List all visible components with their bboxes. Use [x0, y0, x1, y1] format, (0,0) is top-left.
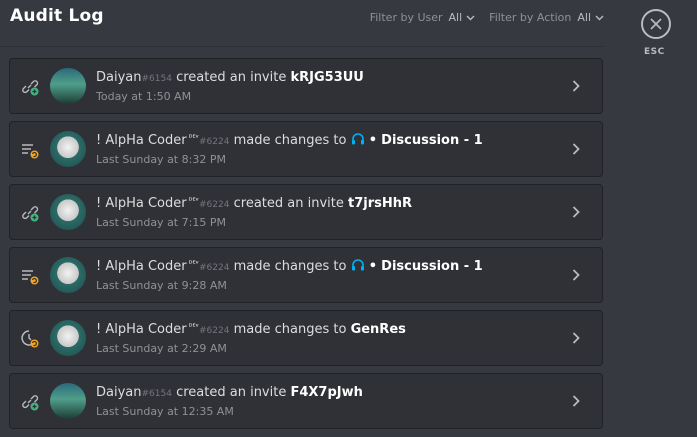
channel-update-icon	[22, 270, 39, 285]
server-update-icon	[21, 330, 39, 348]
avatar	[50, 383, 86, 419]
avatar	[50, 131, 86, 167]
audit-log-entry[interactable]: ! AlpHa Coder ᴰᴱᵛ#6224 made changes to • …	[9, 247, 603, 303]
target-name: GenRes	[350, 322, 406, 337]
discriminator: #6224	[199, 263, 230, 273]
entry-text: ! AlpHa Coder ᴰᴱᵛ#6224 made changes to Ge…	[96, 322, 406, 337]
timestamp: Last Sunday at 8:32 PM	[96, 153, 226, 166]
avatar	[50, 320, 86, 356]
headphones-icon	[351, 259, 364, 271]
chevron-down-icon	[595, 15, 604, 20]
entry-text: ! AlpHa Coder ᴰᴱᵛ#6224 made changes to • …	[96, 259, 483, 274]
channel-update-icon	[22, 144, 39, 159]
audit-log-entry[interactable]: ! AlpHa Coder ᴰᴱᵛ#6224 made changes to Ge…	[9, 310, 603, 366]
timestamp: Last Sunday at 2:29 AM	[96, 342, 227, 355]
username: Daiyan	[96, 70, 142, 85]
discriminator: #6224	[199, 200, 230, 210]
filter-action-label: Filter by Action	[489, 11, 572, 24]
audit-log-entry[interactable]: Daiyan#6154 created an invite F4X7pJwh L…	[9, 373, 603, 429]
filter-action-value: All	[577, 11, 591, 24]
discriminator: #6154	[141, 389, 172, 399]
username: ! AlpHa Coder	[96, 322, 187, 337]
username: ! AlpHa Coder	[96, 196, 187, 211]
action-text: made changes to	[233, 259, 347, 274]
filters-bar: Filter by User All Filter by Action All	[370, 11, 604, 24]
audit-log-entry[interactable]: Daiyan#6154 created an invite kRJG53UU T…	[9, 58, 603, 114]
headphones-icon	[351, 133, 364, 145]
entry-text: ! AlpHa Coder ᴰᴱᵛ#6224 created an invite …	[96, 196, 412, 211]
username: ! AlpHa Coder	[96, 133, 187, 148]
filter-action-dropdown[interactable]: All	[577, 11, 604, 24]
invite-create-icon	[22, 206, 39, 222]
audit-log-entry[interactable]: ! AlpHa Coder ᴰᴱᵛ#6224 created an invite …	[9, 184, 603, 240]
avatar	[50, 194, 86, 230]
action-text: created an invite	[176, 385, 287, 400]
chevron-right-icon	[572, 80, 580, 92]
dev-badge: ᴰᴱᵛ	[188, 196, 200, 205]
avatar	[50, 68, 86, 104]
invite-create-icon	[22, 395, 39, 411]
dev-badge: ᴰᴱᵛ	[188, 259, 200, 268]
audit-log-entry[interactable]: ! AlpHa Coder ᴰᴱᵛ#6224 made changes to • …	[9, 121, 603, 177]
discriminator: #6224	[199, 137, 230, 147]
invite-create-icon	[22, 80, 39, 96]
target-name: Discussion - 1	[381, 259, 483, 274]
target-separator: •	[368, 259, 378, 274]
audit-log-header: Audit Log Filter by User All Filter by A…	[0, 0, 604, 47]
close-button[interactable]	[641, 9, 671, 39]
timestamp: Today at 1:50 AM	[96, 90, 192, 103]
target-separator: •	[368, 133, 378, 148]
action-text: created an invite	[176, 70, 287, 85]
chevron-right-icon	[572, 395, 580, 407]
entry-text: Daiyan#6154 created an invite F4X7pJwh	[96, 385, 363, 400]
timestamp: Last Sunday at 9:28 AM	[96, 279, 227, 292]
entry-text: ! AlpHa Coder ᴰᴱᵛ#6224 made changes to • …	[96, 133, 483, 148]
action-text: made changes to	[233, 133, 347, 148]
dev-badge: ᴰᴱᵛ	[188, 133, 200, 142]
entry-text: Daiyan#6154 created an invite kRJG53UU	[96, 70, 364, 85]
avatar	[50, 257, 86, 293]
discriminator: #6154	[141, 74, 172, 84]
audit-log-list: Daiyan#6154 created an invite kRJG53UU T…	[9, 58, 603, 436]
timestamp: Last Sunday at 7:15 PM	[96, 216, 226, 229]
filter-user-dropdown[interactable]: All	[449, 11, 476, 24]
esc-label: ESC	[644, 47, 665, 57]
filter-user-label: Filter by User	[369, 11, 443, 24]
chevron-right-icon	[572, 332, 580, 344]
chevron-right-icon	[572, 269, 580, 281]
discriminator: #6224	[199, 326, 230, 336]
timestamp: Last Sunday at 12:35 AM	[96, 405, 234, 418]
action-text: created an invite	[233, 196, 344, 211]
close-icon	[650, 18, 662, 30]
chevron-down-icon	[466, 15, 475, 20]
chevron-right-icon	[572, 206, 580, 218]
page-title: Audit Log	[10, 6, 104, 26]
target-name: t7jrsHhR	[348, 196, 413, 211]
target-name: kRJG53UU	[290, 70, 364, 85]
filter-user-value: All	[448, 11, 463, 24]
action-text: made changes to	[233, 322, 347, 337]
username: ! AlpHa Coder	[96, 259, 187, 274]
target-name: Discussion - 1	[381, 133, 483, 148]
chevron-right-icon	[572, 143, 580, 155]
target-name: F4X7pJwh	[290, 385, 363, 400]
dev-badge: ᴰᴱᵛ	[188, 322, 200, 331]
username: Daiyan	[96, 385, 142, 400]
